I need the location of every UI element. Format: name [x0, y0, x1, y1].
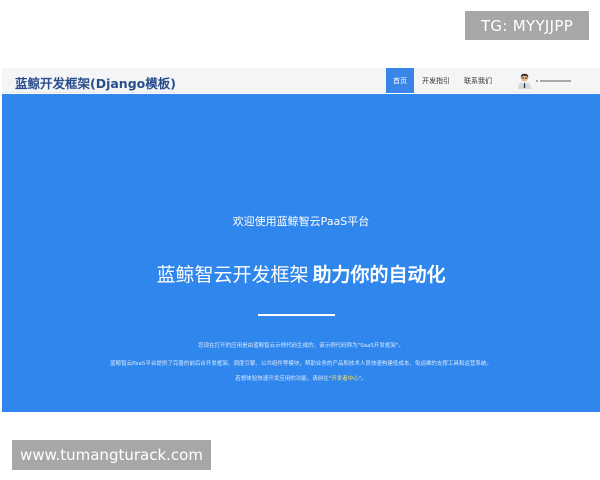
nav-item-contact[interactable]: 联系我们 [458, 68, 498, 93]
brand-title[interactable]: 蓝鲸开发框架(Django模板) [15, 73, 176, 92]
developer-center-link[interactable]: 开发者中心 [331, 376, 359, 382]
hero-desc-line1: 您现在打开的应用是由蓝鲸智云示例代码生成的，该示例代码称为"SaaS开发框架"。 [198, 343, 404, 349]
user-name-placeholder[interactable] [536, 80, 571, 82]
hero-welcome: 欢迎使用蓝鲸智云PaaS平台 [232, 215, 370, 228]
watermark-top: TG: MYYJJPP [465, 11, 589, 40]
headline-part2: 助力你的自动化 [312, 264, 446, 286]
top-navbar: 蓝鲸开发框架(Django模板) 首页 开发指引 联系我们 [2, 68, 600, 93]
headline-part1: 蓝鲸智云开发框架 [156, 264, 309, 286]
desc-line3-prefix: 若想体验快速开发应用的功能，请前往" [235, 376, 332, 382]
hero-divider [258, 314, 335, 316]
desc-line3-suffix: "。 [358, 376, 367, 382]
app-window: 蓝鲸开发框架(Django模板) 首页 开发指引 联系我们 欢迎使用蓝鲸智云Pa… [2, 68, 600, 412]
hero-banner: 欢迎使用蓝鲸智云PaaS平台 蓝鲸智云开发框架 助力你的自动化 您现在打开的应用是… [2, 94, 600, 412]
hero-desc-line2: 蓝鲸智云PaaS平台提供了完善的前后台开发框架、调度引擎、公共组件等模块，帮助业… [110, 361, 492, 367]
nav-item-dev-guide[interactable]: 开发指引 [417, 68, 455, 93]
hero-headline: 蓝鲸智云开发框架 助力你的自动化 [2, 260, 600, 287]
hero-desc-line3: 若想体验快速开发应用的功能，请前往"开发者中心"。 [2, 374, 600, 382]
watermark-bottom: www.tumangturack.com [12, 440, 211, 470]
user-avatar-icon[interactable] [517, 72, 532, 89]
nav-item-home[interactable]: 首页 [386, 68, 414, 93]
